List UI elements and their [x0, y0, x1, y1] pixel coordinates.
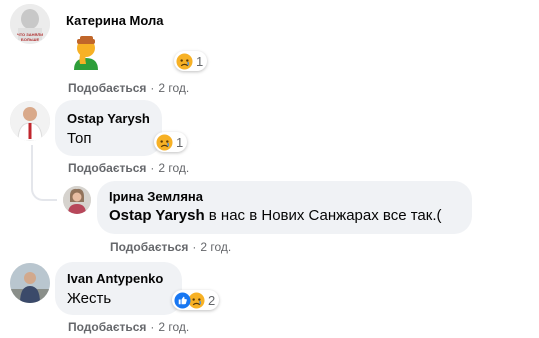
like-button[interactable]: Подобається — [68, 161, 146, 175]
reaction-summary[interactable]: 1 — [174, 51, 208, 71]
reply-author[interactable]: Ірина Земляна — [109, 189, 203, 204]
reply-text-body: в нас в Нових Санжарах все так.( — [204, 207, 442, 224]
reply-text: Ostap Yarysh в нас в Нових Санжарах все … — [109, 207, 441, 224]
comment-author[interactable]: Ostap Yarysh — [67, 111, 150, 126]
avatar[interactable] — [10, 263, 50, 303]
reaction-count: 1 — [176, 134, 184, 150]
reply-actions: Подобається · 2 год. — [110, 240, 231, 254]
comment-text: Жесть — [67, 290, 112, 307]
comment-actions: Подобається · 2 год. — [68, 320, 189, 334]
timestamp[interactable]: 2 год. — [158, 81, 189, 95]
comment-author[interactable]: Катерина Мола — [66, 13, 163, 28]
reaction-count: 1 — [196, 53, 204, 69]
like-button[interactable]: Подобається — [68, 320, 146, 334]
comment-bubble — [55, 262, 182, 315]
like-button[interactable]: Подобається — [68, 81, 146, 95]
avatar[interactable] — [63, 186, 91, 214]
like-reaction-icon — [174, 291, 191, 309]
comment-actions: Подобається · 2 год. — [68, 81, 189, 95]
comment-author[interactable]: Ivan Antypenko — [67, 271, 163, 286]
separator: · — [150, 81, 155, 95]
separator: · — [150, 320, 155, 334]
timestamp[interactable]: 2 год. — [158, 161, 189, 175]
comment-text: Топ — [67, 130, 92, 147]
facepalm-emoji-icon — [68, 34, 104, 70]
avatar[interactable]: ЧТО ЗАНЯЛИ БОЛЬШЕ — [10, 4, 50, 44]
reply-thread-curve — [31, 177, 57, 201]
avatar-caption: ЧТО ЗАНЯЛИ БОЛЬШЕ — [16, 32, 44, 42]
avatar[interactable] — [10, 101, 50, 141]
reaction-summary[interactable]: 2 — [172, 290, 220, 310]
timestamp[interactable]: 2 год. — [200, 240, 231, 254]
timestamp[interactable]: 2 год. — [158, 320, 189, 334]
mention-link[interactable]: Ostap Yarysh — [109, 207, 205, 224]
comment-actions: Подобається · 2 год. — [68, 161, 189, 175]
reaction-summary[interactable]: 1 — [154, 132, 188, 152]
sad-reaction-icon — [176, 52, 193, 70]
separator: · — [150, 161, 155, 175]
sad-reaction-icon — [156, 133, 173, 151]
comment-bubble — [55, 100, 162, 156]
like-button[interactable]: Подобається — [110, 240, 188, 254]
reaction-count: 2 — [208, 292, 216, 308]
separator: · — [192, 240, 197, 254]
